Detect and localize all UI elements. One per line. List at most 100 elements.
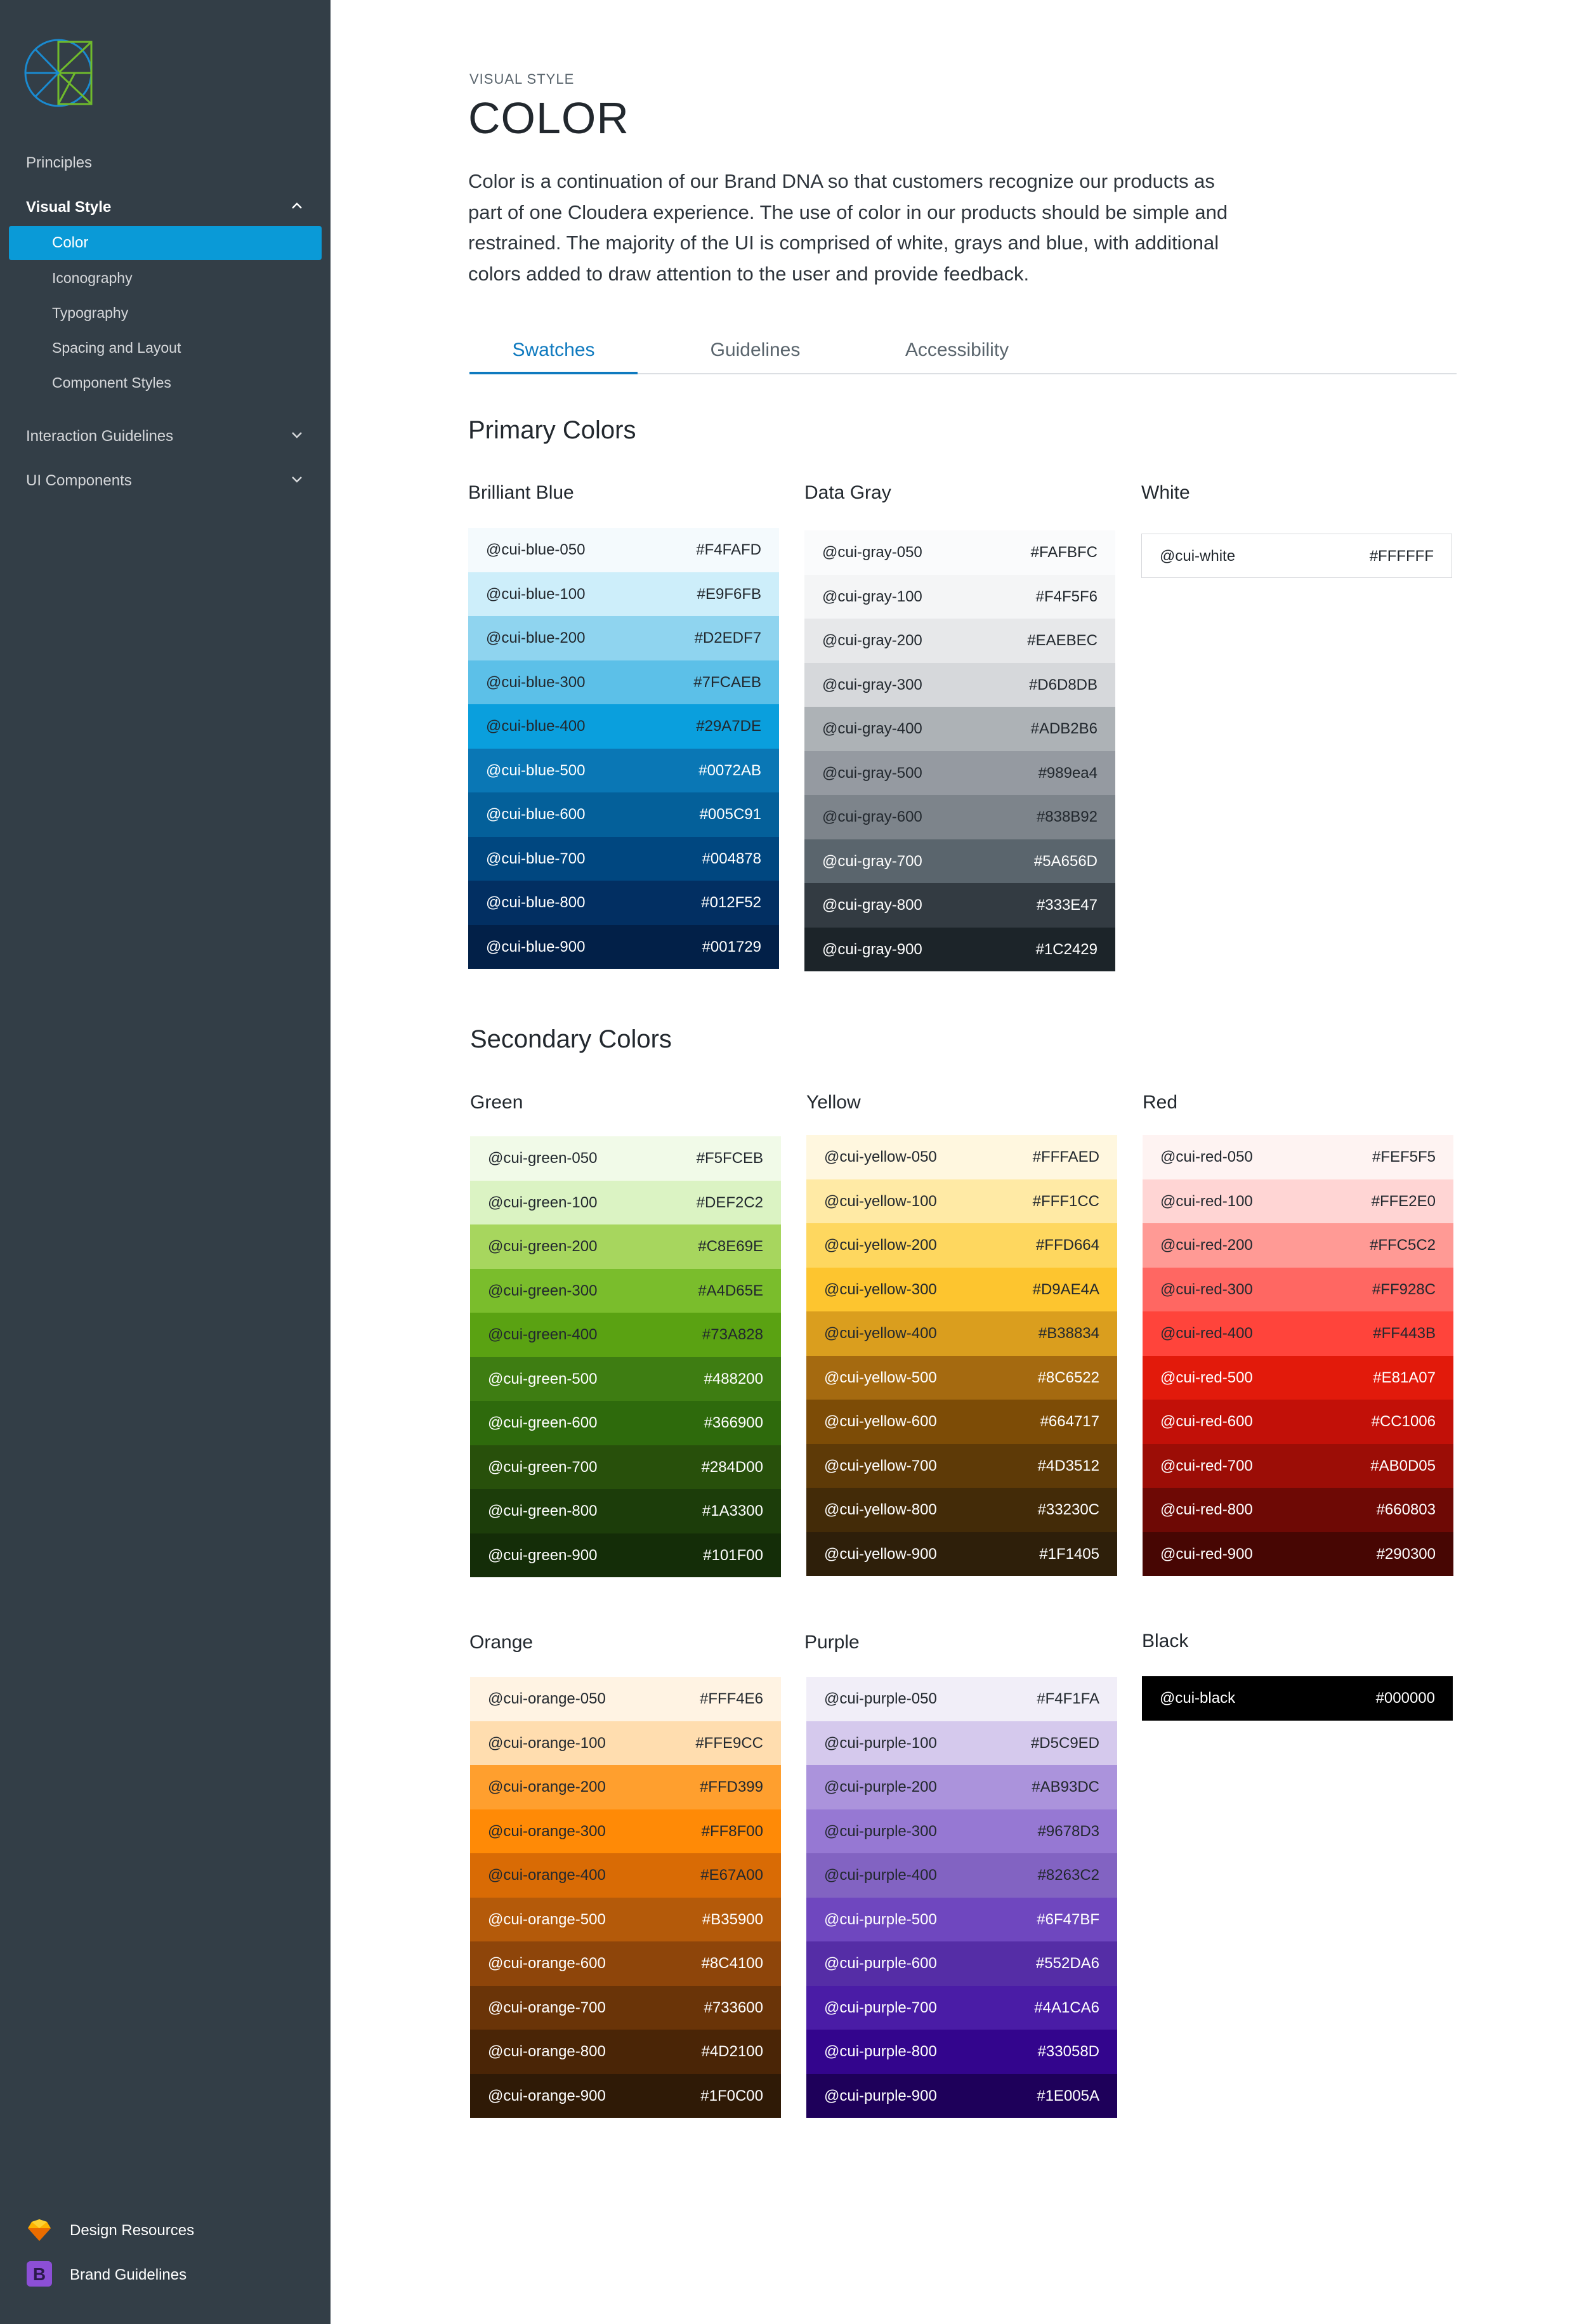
swatch-row[interactable]: @cui-green-300 #A4D65E bbox=[470, 1268, 781, 1313]
swatch-hex: #4D2100 bbox=[701, 2043, 763, 2060]
swatch-row[interactable]: @cui-yellow-400 #B38834 bbox=[806, 1311, 1117, 1356]
swatch-row[interactable]: @cui-red-900 #290300 bbox=[1143, 1532, 1453, 1576]
swatch-row[interactable]: @cui-yellow-700 #4D3512 bbox=[806, 1443, 1117, 1488]
swatch-row[interactable]: @cui-purple-800 #33058D bbox=[806, 2030, 1117, 2074]
swatch-hex: #F4F1FA bbox=[1037, 1690, 1099, 1707]
swatch-row[interactable]: @cui-green-100 #DEF2C2 bbox=[470, 1180, 781, 1224]
swatch-row[interactable]: @cui-blue-200 #D2EDF7 bbox=[468, 616, 779, 660]
swatch-token: @cui-gray-600 bbox=[822, 808, 922, 825]
swatch-row[interactable]: @cui-green-400 #73A828 bbox=[470, 1313, 781, 1357]
swatch-row[interactable]: @cui-purple-700 #4A1CA6 bbox=[806, 1985, 1117, 2030]
swatch-row[interactable]: @cui-gray-400 #ADB2B6 bbox=[804, 707, 1115, 751]
swatch-row[interactable]: @cui-green-700 #284D00 bbox=[470, 1445, 781, 1489]
tab-accessibility[interactable]: Accessibility bbox=[873, 327, 1041, 374]
group-title-orange: Orange bbox=[469, 1632, 534, 1653]
swatch-row[interactable]: @cui-yellow-500 #8C6522 bbox=[806, 1355, 1117, 1400]
subnav-item-spacing-layout[interactable]: Spacing and Layout bbox=[52, 339, 181, 357]
swatch-row[interactable]: @cui-orange-700 #733600 bbox=[470, 1985, 781, 2030]
swatch-hex: #AB93DC bbox=[1032, 1778, 1099, 1796]
swatch-row[interactable]: @cui-orange-900 #1F0C00 bbox=[470, 2073, 781, 2118]
swatch-hex: #AB0D05 bbox=[1370, 1457, 1436, 1474]
swatch-row[interactable]: @cui-gray-800 #333E47 bbox=[804, 883, 1115, 928]
swatch-row[interactable]: @cui-orange-300 #FF8F00 bbox=[470, 1809, 781, 1853]
swatch-row[interactable]: @cui-red-100 #FFE2E0 bbox=[1143, 1179, 1453, 1223]
subnav-item-color[interactable]: Color bbox=[9, 226, 322, 260]
swatch-row[interactable]: @cui-blue-050 #F4FAFD bbox=[468, 528, 779, 572]
swatch-row[interactable]: @cui-gray-200 #EAEBEC bbox=[804, 619, 1115, 663]
group-title-green: Green bbox=[470, 1092, 523, 1113]
swatch-row[interactable]: @cui-purple-050 #F4F1FA bbox=[806, 1677, 1117, 1721]
swatch-row[interactable]: @cui-blue-500 #0072AB bbox=[468, 748, 779, 792]
swatch-row[interactable]: @cui-red-400 #FF443B bbox=[1143, 1311, 1453, 1356]
swatch-row[interactable]: @cui-gray-600 #838B92 bbox=[804, 795, 1115, 839]
swatch-row[interactable]: @cui-yellow-300 #D9AE4A bbox=[806, 1267, 1117, 1311]
swatch-row[interactable]: @cui-green-600 #366900 bbox=[470, 1401, 781, 1445]
swatch-token: @cui-green-500 bbox=[488, 1370, 598, 1388]
swatch-row[interactable]: @cui-gray-500 #989ea4 bbox=[804, 751, 1115, 795]
swatch-row[interactable]: @cui-green-800 #1A3300 bbox=[470, 1489, 781, 1533]
subnav-item-typography[interactable]: Typography bbox=[52, 305, 128, 322]
swatch-row[interactable]: @cui-red-500 #E81A07 bbox=[1143, 1355, 1453, 1400]
swatch-row[interactable]: @cui-yellow-800 #33230C bbox=[806, 1488, 1117, 1532]
swatch-hex: #E67A00 bbox=[700, 1867, 763, 1884]
swatch-row[interactable]: @cui-orange-600 #8C4100 bbox=[470, 1941, 781, 1986]
swatch-row[interactable]: @cui-red-300 #FF928C bbox=[1143, 1267, 1453, 1311]
swatch-row[interactable]: @cui-green-050 #F5FCEB bbox=[470, 1136, 781, 1181]
chevron-down-icon[interactable] bbox=[288, 426, 306, 444]
chevron-up-icon[interactable] bbox=[288, 197, 306, 214]
swatch-token: @cui-yellow-500 bbox=[824, 1369, 937, 1386]
subnav-item-component-styles[interactable]: Component Styles bbox=[52, 374, 171, 391]
swatch-row[interactable]: @cui-orange-400 #E67A00 bbox=[470, 1853, 781, 1898]
swatch-row[interactable]: @cui-yellow-600 #664717 bbox=[806, 1400, 1117, 1444]
swatch-row[interactable]: @cui-green-500 #488200 bbox=[470, 1356, 781, 1401]
swatch-white[interactable]: @cui-white #FFFFFF bbox=[1141, 534, 1452, 578]
swatch-row[interactable]: @cui-orange-100 #FFE9CC bbox=[470, 1721, 781, 1765]
swatch-row[interactable]: @cui-orange-050 #FFF4E6 bbox=[470, 1677, 781, 1721]
swatch-row[interactable]: @cui-yellow-050 #FFFAED bbox=[806, 1135, 1117, 1179]
swatch-row[interactable]: @cui-red-050 #FEF5F5 bbox=[1143, 1135, 1453, 1179]
nav-visual-style[interactable]: Visual Style bbox=[26, 199, 111, 216]
swatch-row[interactable]: @cui-purple-100 #D5C9ED bbox=[806, 1721, 1117, 1765]
swatch-row[interactable]: @cui-blue-700 #004878 bbox=[468, 836, 779, 881]
swatch-row[interactable]: @cui-orange-200 #FFD399 bbox=[470, 1765, 781, 1809]
swatch-row[interactable]: @cui-red-700 #AB0D05 bbox=[1143, 1443, 1453, 1488]
swatch-row[interactable]: @cui-orange-800 #4D2100 bbox=[470, 2030, 781, 2074]
swatch-row[interactable]: @cui-purple-600 #552DA6 bbox=[806, 1941, 1117, 1986]
swatch-row[interactable]: @cui-purple-200 #AB93DC bbox=[806, 1765, 1117, 1809]
swatch-row[interactable]: @cui-yellow-900 #1F1405 bbox=[806, 1532, 1117, 1576]
swatch-row[interactable]: @cui-purple-400 #8263C2 bbox=[806, 1853, 1117, 1898]
swatch-row[interactable]: @cui-blue-900 #001729 bbox=[468, 924, 779, 969]
subnav-item-iconography[interactable]: Iconography bbox=[52, 270, 133, 287]
swatch-row[interactable]: @cui-orange-500 #B35900 bbox=[470, 1897, 781, 1941]
swatch-token: @cui-purple-900 bbox=[824, 2087, 937, 2104]
swatch-row[interactable]: @cui-gray-700 #5A656D bbox=[804, 839, 1115, 883]
swatch-hex: #7FCAEB bbox=[693, 673, 761, 691]
nav-principles[interactable]: Principles bbox=[26, 154, 92, 172]
swatch-row[interactable]: @cui-green-900 #101F00 bbox=[470, 1533, 781, 1577]
swatch-row[interactable]: @cui-blue-400 #29A7DE bbox=[468, 704, 779, 749]
swatch-row[interactable]: @cui-yellow-100 #FFF1CC bbox=[806, 1179, 1117, 1223]
swatch-black[interactable]: @cui-black #000000 bbox=[1142, 1676, 1453, 1721]
swatch-row[interactable]: @cui-gray-300 #D6D8DB bbox=[804, 662, 1115, 707]
tab-guidelines[interactable]: Guidelines bbox=[671, 327, 839, 374]
swatch-row[interactable]: @cui-blue-800 #012F52 bbox=[468, 881, 779, 925]
nav-interaction-guidelines[interactable]: Interaction Guidelines bbox=[26, 428, 173, 445]
chevron-down-icon[interactable] bbox=[288, 471, 306, 489]
swatch-row[interactable]: @cui-red-200 #FFC5C2 bbox=[1143, 1223, 1453, 1268]
cloudera-logo-icon[interactable] bbox=[23, 37, 96, 109]
nav-ui-components[interactable]: UI Components bbox=[26, 472, 132, 490]
swatch-row[interactable]: @cui-purple-500 #6F47BF bbox=[806, 1897, 1117, 1941]
tab-swatches[interactable]: Swatches bbox=[469, 327, 638, 374]
swatch-row[interactable]: @cui-yellow-200 #FFD664 bbox=[806, 1223, 1117, 1268]
swatch-row[interactable]: @cui-purple-900 #1E005A bbox=[806, 2073, 1117, 2118]
swatch-row[interactable]: @cui-green-200 #C8E69E bbox=[470, 1224, 781, 1269]
swatch-row[interactable]: @cui-gray-900 #1C2429 bbox=[804, 927, 1115, 971]
swatch-row[interactable]: @cui-gray-100 #F4F5F6 bbox=[804, 574, 1115, 619]
swatch-row[interactable]: @cui-blue-100 #E9F6FB bbox=[468, 572, 779, 616]
swatch-row[interactable]: @cui-blue-600 #005C91 bbox=[468, 792, 779, 837]
swatch-row[interactable]: @cui-blue-300 #7FCAEB bbox=[468, 660, 779, 704]
swatch-row[interactable]: @cui-gray-050 #FAFBFC bbox=[804, 530, 1115, 575]
swatch-row[interactable]: @cui-purple-300 #9678D3 bbox=[806, 1809, 1117, 1853]
swatch-row[interactable]: @cui-red-800 #660803 bbox=[1143, 1488, 1453, 1532]
swatch-row[interactable]: @cui-red-600 #CC1006 bbox=[1143, 1400, 1453, 1444]
